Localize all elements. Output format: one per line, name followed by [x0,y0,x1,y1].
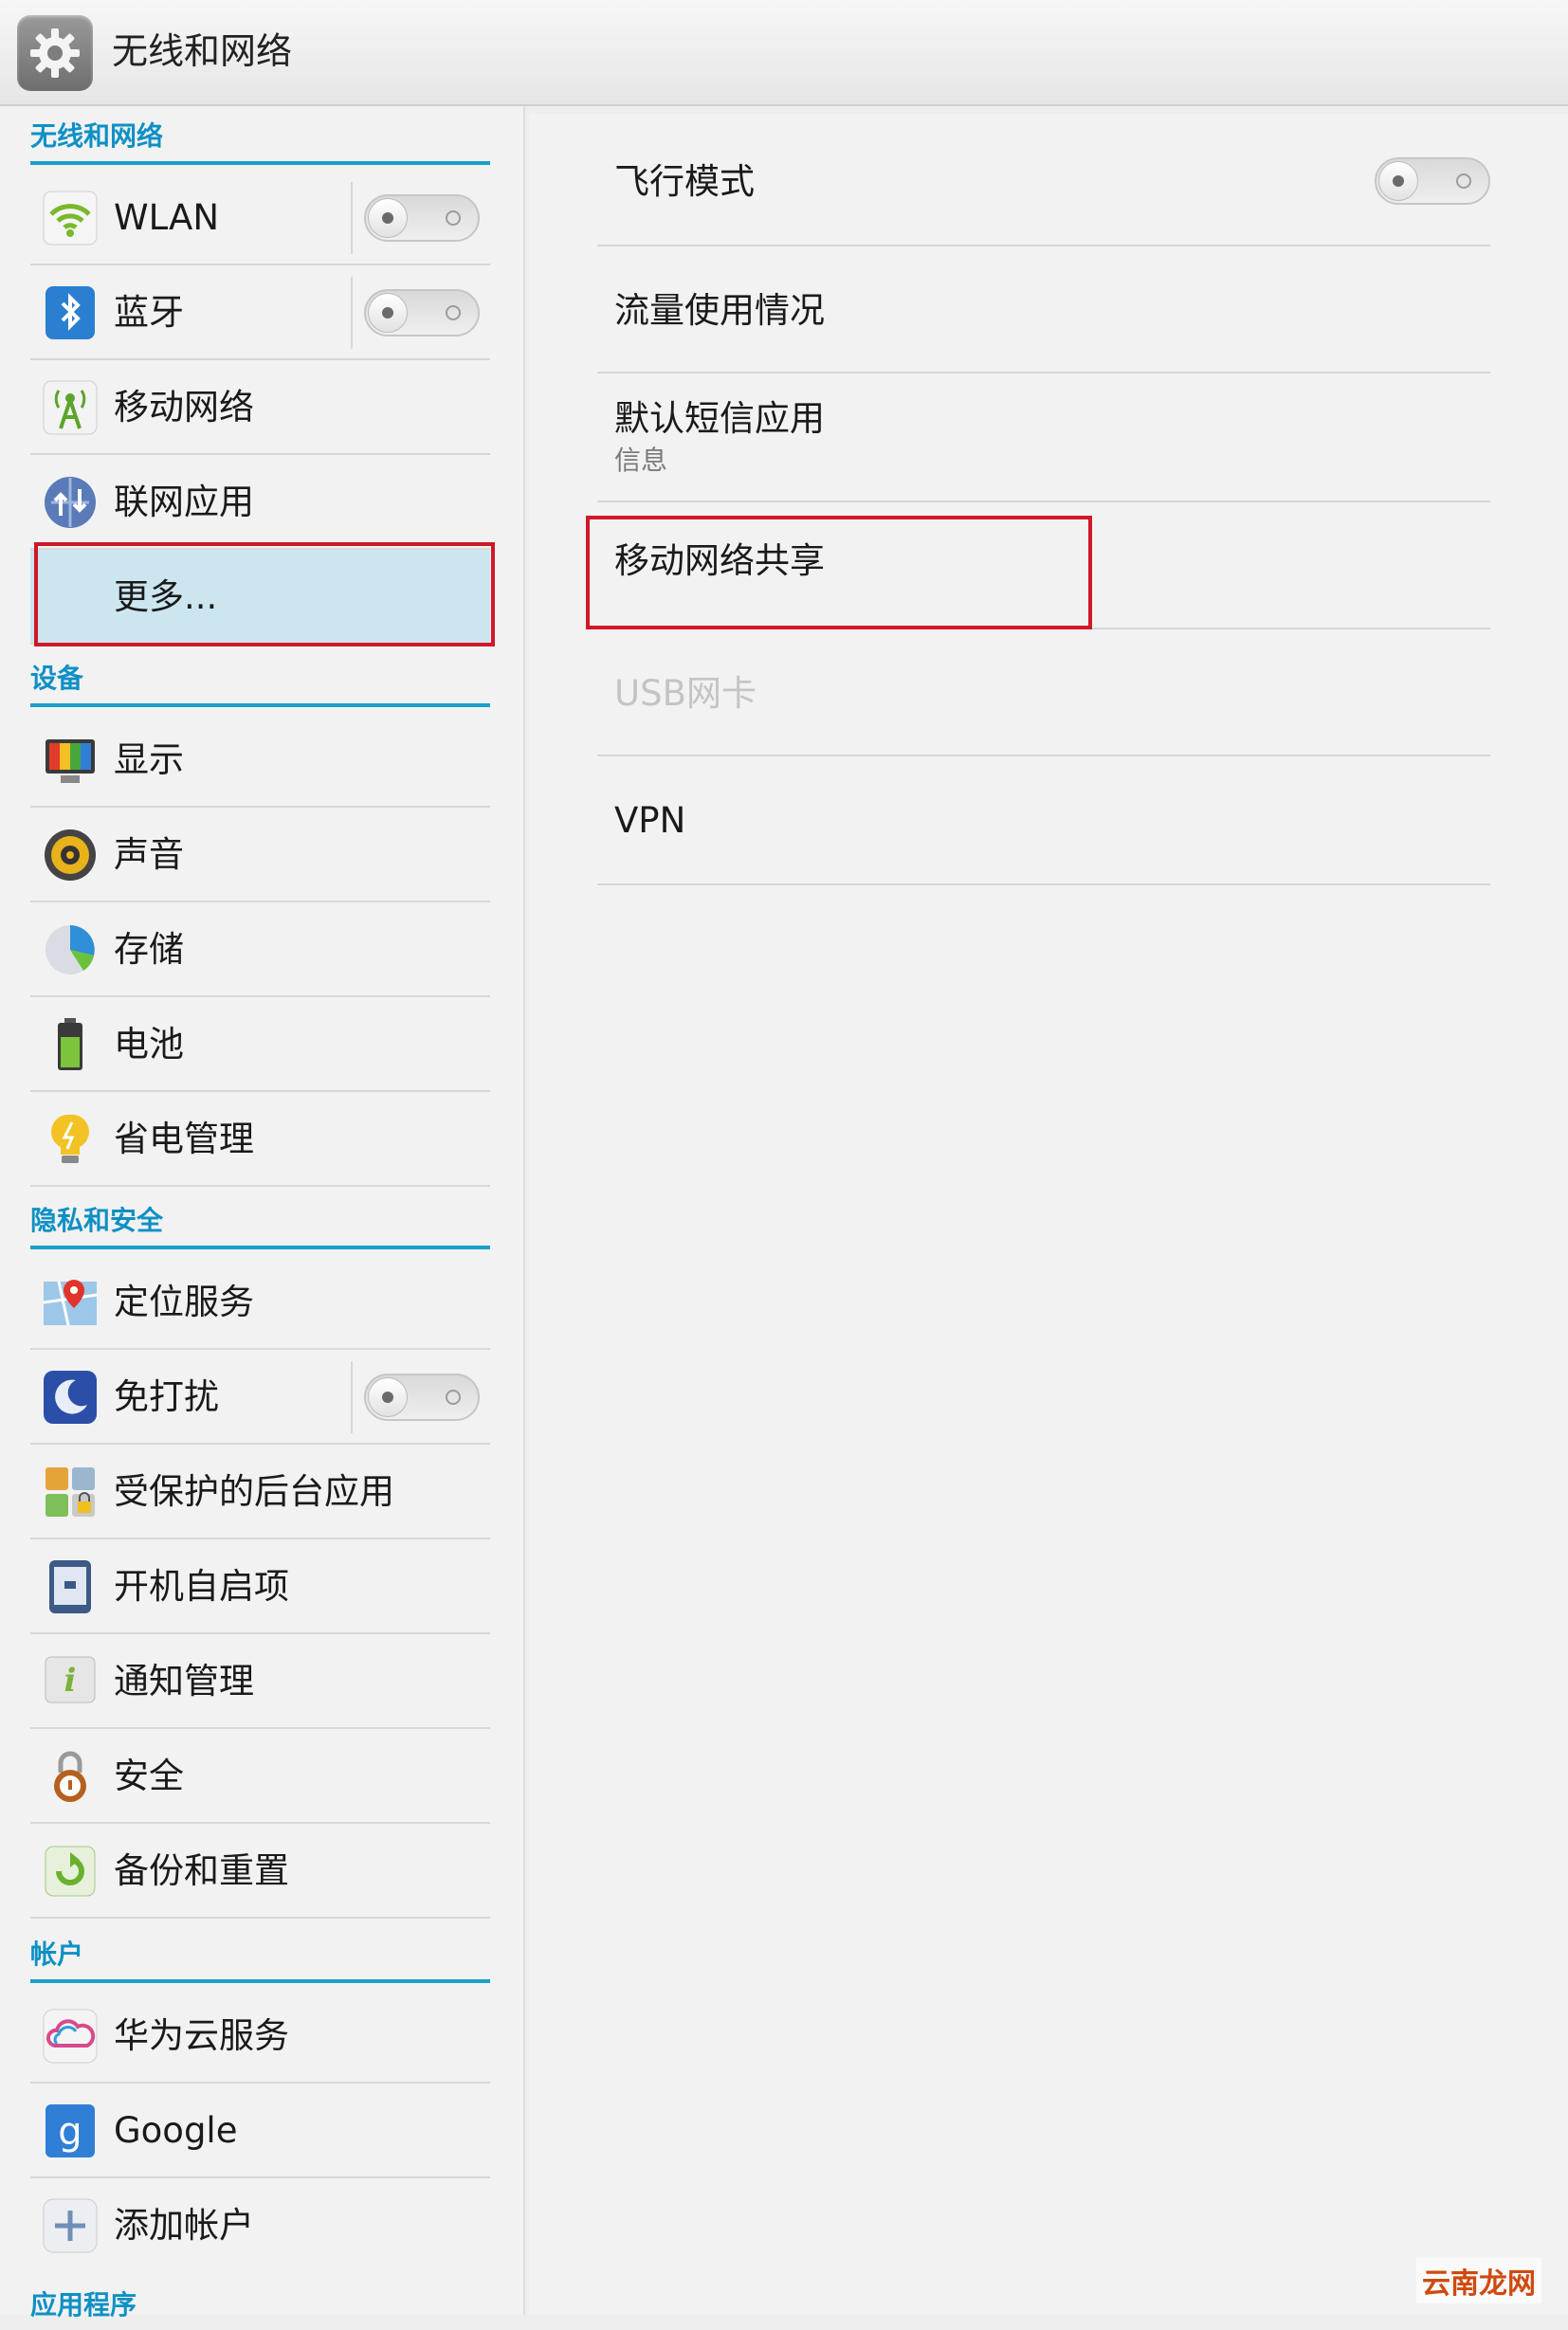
sidebar-item-huawei-cloud[interactable]: 华为云服务 [30,1989,490,2084]
setting-label: 默认短信应用 [614,398,825,439]
svg-text:g: g [58,2110,82,2154]
sidebar-item-label: 通知管理 [114,1661,254,1702]
sidebar-item-location[interactable]: 定位服务 [30,1255,490,1350]
battery-icon [58,1018,82,1070]
backup-icon [45,1846,96,1897]
sidebar-item-do-not-disturb[interactable]: 免打扰 [30,1350,490,1445]
google-icon: g [46,2104,95,2157]
setting-vpn[interactable]: VPN [597,756,1490,885]
moon-icon [44,1371,97,1424]
display-icon [46,739,95,783]
startup-icon [49,1560,91,1613]
sidebar-item-wlan[interactable]: WLAN [30,171,490,265]
do-not-disturb-toggle[interactable] [364,1374,480,1421]
sidebar-item-label: 蓝牙 [114,292,184,333]
cloud-icon [43,2009,98,2064]
setting-data-usage[interactable]: 流量使用情况 [597,246,1490,373]
plus-icon [43,2198,98,2253]
network-apps-icon [45,477,96,528]
gear-icon[interactable] [17,15,93,91]
section-header-apps: 应用程序 [30,2289,137,2321]
highlight-box-tethering [586,516,1092,629]
speaker-icon [45,829,96,881]
sidebar-item-add-account[interactable]: 添加帐户 [30,2178,490,2273]
protected-apps-icon [46,1467,95,1517]
section-header-device: 设备 [30,662,490,707]
sidebar-item-label: 电池 [114,1024,184,1065]
divider [351,277,353,349]
sidebar-item-label: 备份和重置 [114,1850,289,1891]
sidebar-item-label: 定位服务 [114,1282,254,1322]
sidebar-item-protected-apps[interactable]: 受保护的后台应用 [30,1445,490,1539]
airplane-mode-toggle[interactable] [1375,157,1490,205]
sidebar-item-power-management[interactable]: 省电管理 [30,1092,490,1187]
setting-label: VPN [614,800,686,841]
wifi-icon [43,191,98,246]
sidebar-item-label: 添加帐户 [114,2205,254,2246]
lightbulb-icon [51,1114,89,1163]
sidebar-item-label: Google [114,2110,238,2151]
sidebar-item-label: 受保护的后台应用 [114,1471,394,1512]
setting-label: 流量使用情况 [614,290,825,331]
sidebar-item-label: 开机自启项 [114,1566,289,1607]
sidebar-item-label: 移动网络 [114,387,254,428]
sidebar-item-label: 华为云服务 [114,2015,289,2056]
sidebar-item-security[interactable]: 安全 [30,1729,490,1824]
setting-default-sms-app[interactable]: 默认短信应用 信息 [597,373,1490,502]
page-title: 无线和网络 [112,30,293,72]
sidebar-item-network-apps[interactable]: 联网应用 [30,455,490,550]
section-header-privacy: 隐私和安全 [30,1204,490,1249]
setting-label: USB网卡 [614,673,757,714]
sidebar-item-mobile-network[interactable]: 移动网络 [30,360,490,455]
setting-usb-network: USB网卡 [597,629,1490,756]
sidebar-item-label: 存储 [114,929,184,970]
sidebar-item-label: WLAN [114,197,220,238]
sidebar-item-bluetooth[interactable]: 蓝牙 [30,265,490,360]
sidebar-item-label: 省电管理 [114,1119,254,1159]
svg-text:i: i [64,1662,77,1700]
sidebar-item-storage[interactable]: 存储 [30,902,490,997]
sidebar-item-label: 免打扰 [114,1376,219,1417]
sidebar-item-notifications[interactable]: i 通知管理 [30,1634,490,1729]
wlan-toggle[interactable] [364,194,480,242]
lock-icon [54,1751,86,1802]
section-header-accounts: 帐户 [30,1938,490,1983]
sidebar-item-label: 联网应用 [114,482,254,522]
section-header-wireless: 无线和网络 [30,119,490,165]
divider [351,182,353,254]
bluetooth-icon [46,286,95,339]
location-icon [43,1280,98,1326]
divider [351,1361,353,1433]
setting-summary: 信息 [614,445,668,476]
sidebar-item-label: 安全 [114,1756,184,1796]
watermark: 云南龙网 [1416,2258,1541,2303]
sidebar-item-google[interactable]: g Google [30,2084,490,2178]
sidebar-item-backup[interactable]: 备份和重置 [30,1824,490,1919]
setting-airplane-mode[interactable]: 飞行模式 [597,118,1490,246]
storage-pie-icon [46,925,95,974]
info-icon: i [45,1656,96,1703]
sidebar-item-label: 声音 [114,834,184,875]
sidebar-item-display[interactable]: 显示 [30,713,490,808]
sidebar-item-battery[interactable]: 电池 [30,997,490,1092]
mobile-network-icon [43,380,98,435]
bluetooth-toggle[interactable] [364,289,480,337]
sidebar-item-sound[interactable]: 声音 [30,808,490,902]
highlight-box-more [34,542,495,646]
sidebar-item-startup[interactable]: 开机自启项 [30,1539,490,1634]
title-bar: 无线和网络 [0,0,1568,106]
sidebar-item-label: 显示 [114,739,184,780]
setting-label: 飞行模式 [614,161,755,202]
